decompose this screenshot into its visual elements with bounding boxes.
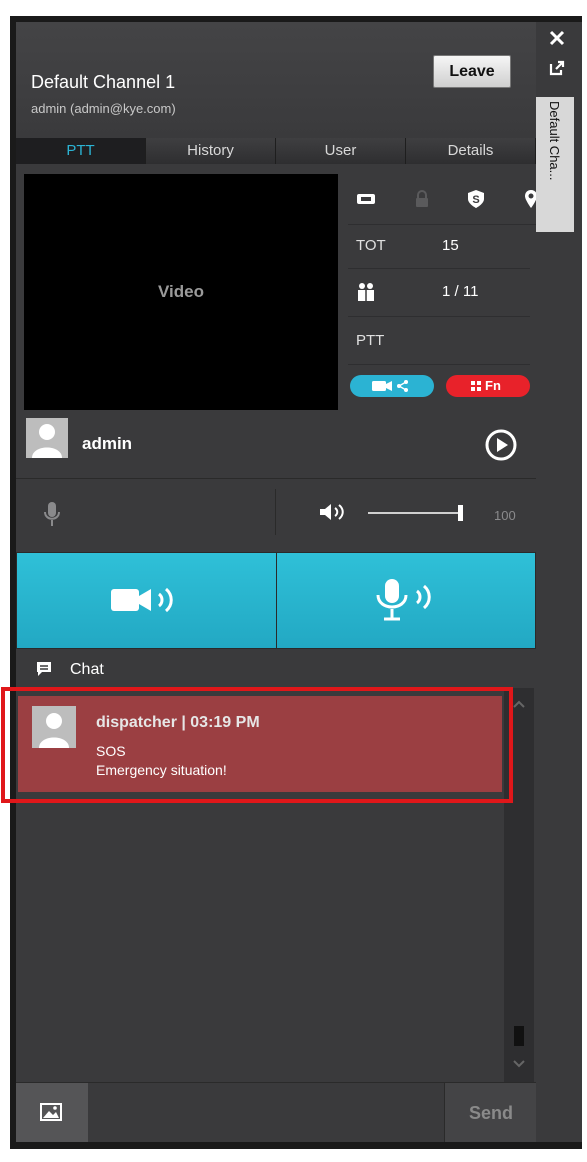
chevron-down-icon[interactable] [513, 1060, 525, 1068]
side-tab-text: Default Cha... [547, 101, 562, 181]
close-icon[interactable] [549, 30, 565, 46]
chat-input-bar: Send [16, 1082, 536, 1142]
scrollbar-thumb[interactable] [514, 1026, 524, 1046]
leave-button[interactable]: Leave [433, 55, 511, 88]
fn-label: Fn [485, 378, 501, 393]
channel-subtitle: admin (admin@kye.com) [31, 101, 176, 116]
current-user-bar: admin [24, 418, 532, 470]
location-pin-icon[interactable] [524, 189, 536, 209]
volume-slider[interactable] [368, 512, 458, 514]
video-label: Video [158, 282, 204, 301]
video-pane[interactable]: Video [24, 174, 338, 410]
volume-slider-handle[interactable] [458, 505, 463, 521]
chat-title: Chat [70, 661, 104, 678]
channel-info-panel: S TOT 15 1 / 11 PTT Fn [348, 174, 536, 410]
microphone-icon[interactable] [44, 501, 60, 527]
talk-buttons [16, 552, 536, 650]
attach-image-button[interactable] [16, 1083, 88, 1142]
tab-user[interactable]: User [276, 138, 406, 164]
ptt-row: PTT [348, 316, 530, 365]
chat-header: Chat [16, 648, 536, 690]
audio-controls: 100 [16, 478, 536, 553]
avatar [26, 418, 68, 458]
tot-row: TOT 15 [348, 224, 530, 269]
users-count: 1 / 11 [442, 283, 479, 300]
highlight-box [1, 687, 513, 803]
speaker-icon[interactable] [319, 502, 349, 522]
tab-history[interactable]: History [146, 138, 276, 164]
voice-talk-button[interactable] [276, 552, 536, 650]
users-icon [358, 283, 374, 301]
message-input[interactable] [88, 1083, 444, 1142]
side-strip: Default Cha... [536, 22, 582, 1142]
chat-icon [37, 662, 51, 676]
svg-text:S: S [473, 194, 480, 206]
grid-icon [471, 381, 481, 391]
shield-icon[interactable]: S [467, 189, 485, 209]
status-icons-row: S [348, 174, 536, 225]
image-icon [40, 1103, 62, 1121]
ptt-panel: Default Channel 1 admin (admin@kye.com) … [16, 22, 536, 1142]
video-share-icon [372, 380, 408, 392]
play-icon[interactable] [484, 428, 518, 462]
video-talk-button[interactable] [16, 552, 277, 650]
volume-value: 100 [494, 508, 516, 523]
users-row: 1 / 11 [348, 268, 530, 317]
video-share-button[interactable] [350, 375, 434, 397]
fn-button[interactable]: Fn [446, 375, 530, 397]
tab-bar: PTT History User Details [16, 138, 536, 164]
headset-icon[interactable] [356, 191, 376, 207]
video-call-icon [111, 587, 173, 613]
popout-icon[interactable] [549, 60, 565, 76]
user-icon [32, 424, 62, 458]
tab-details[interactable]: Details [406, 138, 536, 164]
current-user-name: admin [82, 434, 133, 453]
voice-call-icon [376, 579, 431, 621]
lock-icon [415, 190, 428, 207]
channel-header: Default Channel 1 admin (admin@kye.com) … [16, 22, 536, 138]
divider [275, 489, 276, 535]
channel-title: Default Channel 1 [31, 72, 176, 92]
send-button[interactable]: Send [444, 1083, 536, 1142]
tab-ptt[interactable]: PTT [16, 138, 146, 164]
chevron-up-icon[interactable] [513, 700, 525, 708]
tot-value: 15 [442, 237, 459, 254]
ptt-label: PTT [356, 332, 385, 349]
channel-side-tab[interactable]: Default Cha... [536, 97, 574, 232]
side-tab-label: Default Cha... [547, 101, 562, 181]
tot-label: TOT [356, 237, 386, 254]
